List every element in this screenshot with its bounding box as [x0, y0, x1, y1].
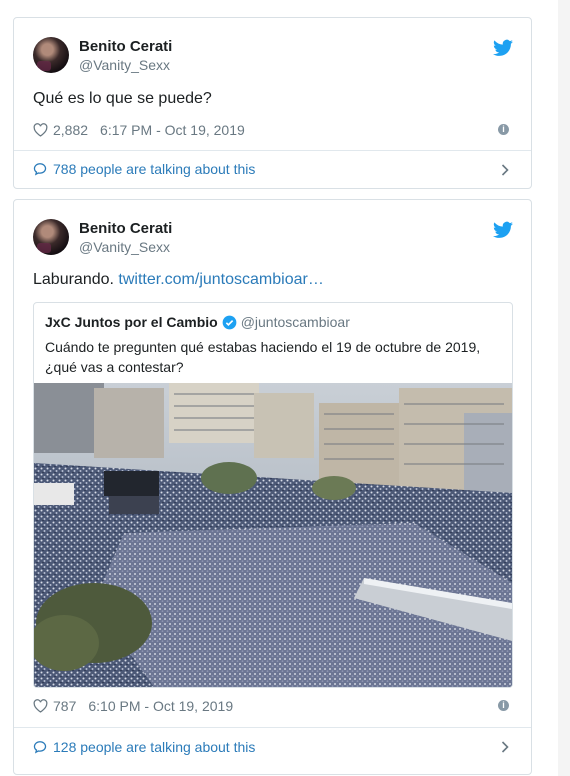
heart-icon[interactable] — [33, 123, 48, 137]
tweet-header: Benito Cerati @Vanity_Sexx — [33, 219, 513, 257]
divider — [14, 727, 531, 728]
author-handle[interactable]: @Vanity_Sexx — [79, 239, 170, 255]
talking-label[interactable]: 788 people are talking about this — [53, 161, 255, 177]
heart-icon[interactable] — [33, 699, 48, 713]
quoted-author-name[interactable]: JxC Juntos por el Cambio — [45, 314, 218, 330]
quoted-text: Cuándo te pregunten qué estabas haciendo… — [45, 339, 481, 375]
tweet-meta: 2,882 6:17 PM - Oct 19, 2019 — [33, 122, 245, 138]
author-name[interactable]: Benito Cerati — [79, 38, 172, 55]
quoted-tweet[interactable]: JxC Juntos por el Cambio @juntoscambioar… — [33, 302, 513, 688]
info-icon[interactable]: i — [498, 124, 509, 135]
chevron-right-icon[interactable] — [501, 741, 509, 753]
author-name[interactable]: Benito Cerati — [79, 220, 172, 237]
talking-link[interactable]: 128 people are talking about this — [33, 739, 255, 755]
twitter-bird-icon[interactable] — [493, 39, 513, 57]
crowd-photo[interactable] — [34, 383, 512, 687]
tweet-card[interactable]: Benito Cerati @Vanity_Sexx Laburando. tw… — [13, 199, 532, 775]
chevron-right-icon[interactable] — [501, 164, 509, 176]
like-count[interactable]: 787 — [53, 698, 76, 714]
tweet-meta: 787 6:10 PM - Oct 19, 2019 — [33, 698, 233, 714]
avatar[interactable] — [33, 219, 69, 255]
comment-bubble-icon — [33, 163, 47, 176]
tweet-card[interactable]: Benito Cerati @Vanity_Sexx Qué es lo que… — [13, 17, 532, 189]
comment-bubble-icon — [33, 741, 47, 754]
tweet-link[interactable]: twitter.com/juntoscambioar… — [118, 271, 323, 288]
talking-label[interactable]: 128 people are talking about this — [53, 739, 255, 755]
scrollbar-track[interactable] — [558, 0, 570, 776]
tweet-header: Benito Cerati @Vanity_Sexx — [33, 37, 513, 75]
talking-link[interactable]: 788 people are talking about this — [33, 161, 255, 177]
avatar[interactable] — [33, 37, 69, 73]
tweet-text: Laburando. twitter.com/juntoscambioar… — [33, 271, 324, 289]
timestamp[interactable]: 6:17 PM - Oct 19, 2019 — [100, 122, 245, 138]
author-handle[interactable]: @Vanity_Sexx — [79, 57, 170, 73]
tweet-text-body: Laburando. — [33, 271, 114, 288]
quoted-header: JxC Juntos por el Cambio @juntoscambioar — [45, 314, 350, 330]
tweet-text: Qué es lo que se puede? — [33, 90, 212, 107]
like-count[interactable]: 2,882 — [53, 122, 88, 138]
divider — [14, 150, 531, 151]
twitter-bird-icon[interactable] — [493, 221, 513, 239]
info-icon[interactable]: i — [498, 700, 509, 711]
quoted-author-handle[interactable]: @juntoscambioar — [241, 314, 350, 330]
timestamp[interactable]: 6:10 PM - Oct 19, 2019 — [88, 698, 233, 714]
verified-badge-icon — [222, 315, 237, 329]
